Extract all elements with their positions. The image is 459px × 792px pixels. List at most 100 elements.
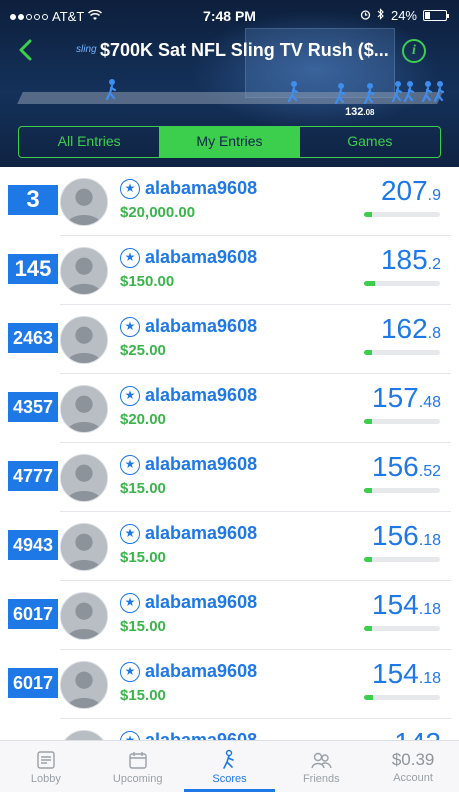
username: alabama9608: [145, 385, 258, 405]
username: alabama9608: [145, 454, 258, 474]
fantasy-score: 156.52: [372, 451, 441, 483]
score-int: 157: [372, 382, 419, 413]
entry-row[interactable]: 6017 ★ alabama9608 $15.00 154.18: [0, 581, 459, 650]
entry-row[interactable]: 4777 ★ alabama9608 $15.00 156.52: [0, 443, 459, 512]
time-remaining-bar: [364, 488, 440, 493]
nav-account[interactable]: $0.39 Account: [367, 741, 459, 792]
rank-badge: 6017: [8, 599, 58, 629]
nav-scores[interactable]: Scores: [183, 741, 276, 792]
scores-runner-icon: [218, 749, 240, 771]
title-row: sling $700K Sat NFL Sling TV Rush ($... …: [0, 36, 459, 66]
entry-row[interactable]: 4357 ★ alabama9608 $20.00 157.48: [0, 374, 459, 443]
time-remaining-bar: [364, 281, 440, 286]
entry-row[interactable]: 145 ★ alabama9608 $150.00 185.2: [0, 236, 459, 305]
runner-icon: [362, 82, 376, 105]
fantasy-score: 157.48: [372, 382, 441, 414]
chevron-left-icon: [19, 39, 32, 61]
status-right: 24%: [360, 8, 449, 23]
time-remaining-fill: [364, 557, 372, 562]
battery-level-fill: [425, 12, 430, 19]
fantasy-score: 156.18: [372, 520, 441, 552]
back-button[interactable]: [14, 36, 42, 66]
time-remaining-fill: [364, 626, 372, 631]
nav-lobby[interactable]: Lobby: [0, 741, 92, 792]
star-icon: ★: [120, 593, 140, 613]
entry-row[interactable]: ★ alabama9608 142: [0, 719, 459, 740]
score-int: 156: [372, 520, 419, 551]
rank-badge: 4943: [8, 530, 58, 560]
avatar: [60, 385, 108, 433]
score-int: 207: [380, 175, 428, 206]
rank-badge: 145: [8, 254, 58, 284]
bottom-nav: Lobby Upcoming Scores Friends $0.39 Account: [0, 740, 459, 792]
score-int: 162: [380, 313, 428, 344]
prize-amount: $15.00: [120, 549, 166, 566]
contest-title: $700K Sat NFL Sling TV Rush ($...: [100, 40, 389, 60]
score-dec: .18: [418, 532, 441, 549]
nav-upcoming[interactable]: Upcoming: [92, 741, 184, 792]
entry-row[interactable]: 2463 ★ alabama9608 $25.00 162.8: [0, 305, 459, 374]
time-remaining-bar: [364, 557, 440, 562]
time-remaining-bar: [364, 695, 440, 700]
score-int: 154: [372, 589, 419, 620]
fantasy-score: 185.2: [381, 244, 441, 276]
nav-label: Upcoming: [112, 773, 163, 785]
score-dec: .18: [418, 601, 441, 618]
nav-friends[interactable]: Friends: [275, 741, 367, 792]
tab-my-entries[interactable]: My Entries: [159, 127, 300, 157]
runner-icon: [402, 80, 416, 103]
battery-icon: [423, 10, 449, 21]
score-dec: .52: [418, 463, 441, 480]
avatar: [60, 247, 108, 295]
rank-badge: 3: [8, 185, 58, 215]
username: alabama9608: [145, 316, 258, 336]
prize-amount: $25.00: [120, 342, 166, 359]
entry-row[interactable]: 4943 ★ alabama9608 $15.00 156.18: [0, 512, 459, 581]
prize-amount: $15.00: [120, 618, 166, 635]
score-int: 142: [394, 727, 441, 740]
runner-icon: [104, 78, 118, 101]
star-icon: ★: [120, 662, 140, 682]
score-dec: .9: [427, 187, 441, 204]
avatar: [60, 454, 108, 502]
star-icon: ★: [120, 455, 140, 475]
score-int: 185: [380, 244, 428, 275]
time-remaining-bar: [364, 350, 440, 355]
alarm-icon: [360, 8, 371, 23]
time-remaining-bar: [364, 212, 440, 217]
time-remaining-fill: [364, 695, 374, 700]
tab-all-entries[interactable]: All Entries: [19, 127, 159, 157]
star-icon: ★: [120, 317, 140, 337]
username: alabama9608: [145, 178, 258, 198]
score-dec: .18: [418, 670, 441, 687]
time-remaining-fill: [364, 419, 372, 424]
fantasy-score: 207.9: [381, 175, 441, 207]
score-int: 154: [372, 658, 419, 689]
prize-amount: $20.00: [120, 411, 166, 428]
marker-score-int: 132: [345, 106, 364, 118]
time-remaining-bar: [364, 419, 440, 424]
score-dec: .2: [427, 256, 441, 273]
star-icon: ★: [120, 731, 140, 740]
nav-label: Lobby: [30, 773, 61, 785]
lobby-list-icon: [35, 749, 57, 771]
entry-row[interactable]: 6017 ★ alabama9608 $15.00 154.18: [0, 650, 459, 719]
avatar: [60, 316, 108, 364]
progress-track: [17, 92, 443, 104]
fantasy-score: 154.18: [372, 589, 441, 621]
time-remaining-fill: [364, 350, 372, 355]
time-remaining-fill: [364, 281, 375, 286]
rank-badge: 4777: [8, 461, 58, 491]
info-icon[interactable]: i: [402, 39, 426, 63]
contest-header: AT&T 7:48 PM 24% sling $700K Sat NFL Sli…: [0, 0, 459, 167]
username: alabama9608: [145, 523, 258, 543]
my-score-marker: 132.08: [345, 106, 374, 118]
battery-percent: 24%: [390, 8, 417, 23]
tab-games[interactable]: Games: [300, 127, 440, 157]
runner-icon: [286, 80, 300, 103]
entry-row[interactable]: 3 ★ alabama9608 $20,000.00 207.9: [0, 167, 459, 236]
prize-amount: $20,000.00: [120, 204, 196, 221]
username: alabama9608: [145, 730, 258, 740]
entries-list[interactable]: 3 ★ alabama9608 $20,000.00 207.9 145 ★ alabama9…: [0, 167, 459, 740]
score-dec: .48: [418, 394, 441, 411]
